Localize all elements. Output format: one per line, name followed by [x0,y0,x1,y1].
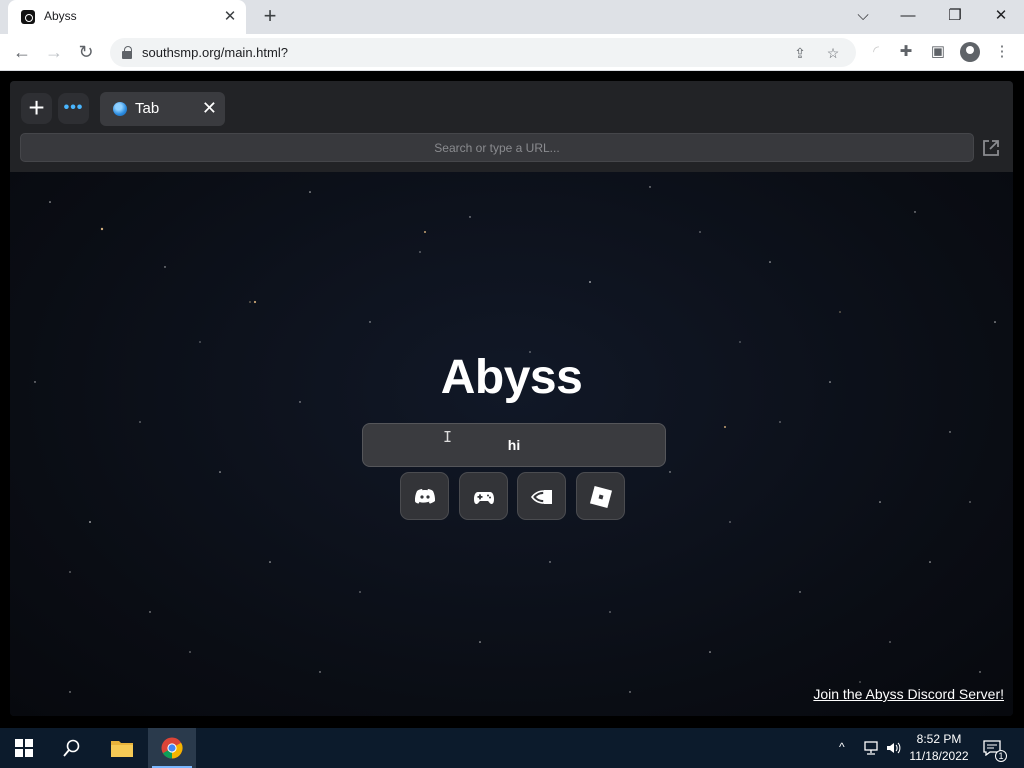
forward-arrow-icon[interactable]: → [41,39,67,65]
nvidia-icon [530,490,552,504]
bookmark-star-icon[interactable]: ☆ [825,45,841,61]
windows-taskbar: ^ 8:52 PM 11/18/2022 1 [0,728,1024,768]
address-bar-url[interactable]: southsmp.org/main.html? [142,45,288,60]
start-button[interactable] [0,728,48,768]
abyss-logo-title: Abyss [440,351,583,404]
windows-logo-icon [15,739,33,757]
lock-icon[interactable] [122,46,132,59]
quick-link-geforce-now[interactable] [517,472,566,520]
abyss-new-tab-button[interactable]: + [21,93,52,124]
abyss-search-input[interactable] [363,424,665,466]
taskbar-time[interactable]: 8:52 PM [908,732,970,746]
search-button[interactable] [48,728,96,768]
quick-link-discord[interactable] [400,472,449,520]
gamepad-icon [474,492,494,504]
minimize-button[interactable]: — [893,4,923,28]
chrome-icon [161,737,183,759]
starfield-background: Abyss I [10,172,1013,716]
notification-count-badge: 1 [995,750,1007,762]
window-close-button[interactable]: ✕ [986,4,1016,28]
abyss-url-bar[interactable] [20,133,974,162]
loading-spinner-icon: ◜ [873,43,879,60]
side-panel-icon[interactable]: ▣ [928,42,948,62]
volume-icon[interactable] [886,741,902,755]
abyss-tab-label: Tab [135,100,160,117]
abyss-topbar: + ••• Tab ✕ [10,81,1013,172]
restore-button[interactable]: ❐ [940,4,970,28]
search-icon [63,739,80,757]
reload-icon[interactable]: ↻ [73,39,99,65]
quick-link-games[interactable] [459,472,508,520]
network-icon[interactable] [863,741,879,755]
join-discord-link[interactable]: Join the Abyss Discord Server! [813,686,1004,702]
browser-tab-title: Abyss [44,9,77,23]
tab-search-chevron-icon[interactable]: ⌵ [848,4,878,28]
chrome-toolbar: ← → ↻ southsmp.org/main.html? ⇪ ☆ ◜ ✚ ▣ … [0,34,1024,71]
new-tab-button[interactable]: + [258,5,282,29]
abyss-menu-button[interactable]: ••• [58,93,89,124]
browser-tab[interactable]: Abyss ✕ [8,0,246,34]
folder-icon [111,741,133,757]
browser-tab-close-icon[interactable]: ✕ [220,7,240,27]
discord-icon [414,489,436,504]
roblox-icon [589,485,613,509]
extensions-puzzle-icon[interactable]: ✚ [896,42,916,62]
address-bar[interactable]: southsmp.org/main.html? ⇪ ☆ [110,38,856,67]
file-explorer-button[interactable] [98,728,146,768]
abyss-favicon-icon [21,10,35,24]
taskbar-date[interactable]: 11/18/2022 [908,749,970,763]
tray-chevron-icon[interactable]: ^ [839,740,845,754]
abyss-url-input[interactable] [21,134,973,161]
chrome-taskbar-button[interactable] [148,728,196,768]
share-icon[interactable]: ⇪ [792,45,808,61]
chrome-tab-strip: Abyss ✕ + ⌵ — ❐ ✕ [0,0,1024,34]
profile-avatar[interactable] [960,42,980,62]
text-cursor-icon: I [443,428,453,446]
open-external-icon[interactable] [982,139,1000,157]
quick-link-roblox[interactable] [576,472,625,520]
abyss-app: + ••• Tab ✕ Search or type a URL... Abys… [10,81,1013,716]
back-arrow-icon[interactable]: ← [9,39,35,65]
abyss-search-box[interactable] [362,423,666,467]
abyss-tab[interactable]: Tab ✕ [100,92,225,126]
globe-icon [113,102,127,116]
abyss-tab-close-icon[interactable]: ✕ [202,98,217,118]
chrome-menu-icon[interactable]: ⋮ [992,42,1012,62]
